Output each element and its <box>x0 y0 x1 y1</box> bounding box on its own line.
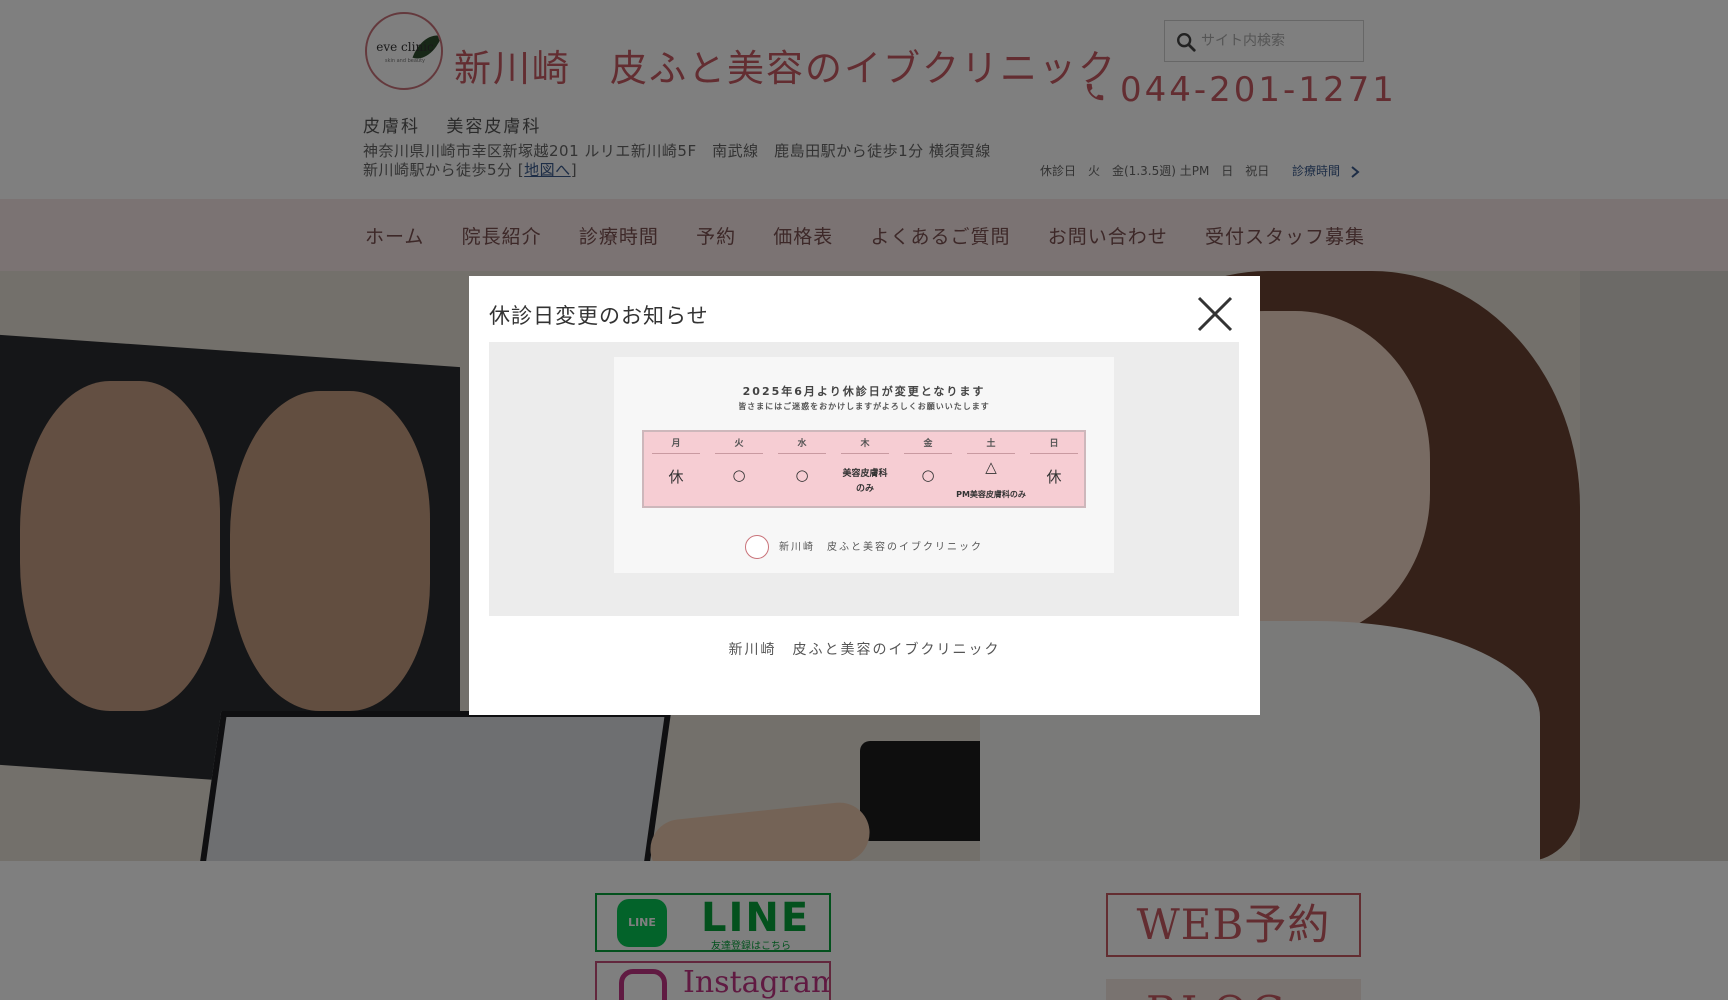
schedule-day: 火 <box>715 436 763 454</box>
schedule-note: 美容皮膚科 のみ <box>833 467 897 497</box>
schedule-mark: 休 <box>668 468 684 486</box>
modal-title: 休診日変更のお知らせ <box>489 304 709 328</box>
schedule-col-mon: 月 休 <box>648 432 704 506</box>
notice-image-area: 2025年6月より休診日が変更となります 皆さまにはご迷惑をおかけしますがよろし… <box>489 342 1239 616</box>
schedule-mark: △ <box>985 458 997 476</box>
schedule-mark: ○ <box>732 466 746 484</box>
schedule-note: PM美容皮膚科のみ <box>956 490 1026 499</box>
schedule-table: 月 休 火 ○ 水 ○ 木 美容皮膚科 のみ 金 ○ 土 △ PM美容皮膚科のみ… <box>642 430 1086 508</box>
schedule-day: 金 <box>904 436 952 454</box>
clinic-logo-small <box>745 535 769 559</box>
notice-image: 2025年6月より休診日が変更となります 皆さまにはご迷惑をおかけしますがよろし… <box>614 357 1114 573</box>
notice-footer: 新川崎 皮ふと美容のイブクリニック <box>614 535 1114 559</box>
notice-footer-text: 新川崎 皮ふと美容のイブクリニック <box>779 542 983 553</box>
notice-modal: 休診日変更のお知らせ 2025年6月より休診日が変更となります 皆さまにはご迷惑… <box>469 276 1260 715</box>
schedule-mark: ○ <box>921 466 935 484</box>
notice-subheading: 皆さまにはご迷惑をおかけしますがよろしくお願いいたします <box>738 402 990 411</box>
schedule-day: 木 <box>841 436 889 454</box>
modal-caption: 新川崎 皮ふと美容のイブクリニック <box>728 642 1001 658</box>
schedule-day: 日 <box>1030 436 1078 454</box>
schedule-day: 月 <box>652 436 700 454</box>
schedule-col-sun: 日 休 <box>1026 432 1082 506</box>
schedule-col-tue: 火 ○ <box>711 432 767 506</box>
schedule-note-line1: 美容皮膚科 <box>842 469 888 479</box>
schedule-mark: ○ <box>795 466 809 484</box>
schedule-mark: 休 <box>1046 468 1062 486</box>
schedule-col-wed: 水 ○ <box>774 432 830 506</box>
schedule-col-sat: 土 △ PM美容皮膚科のみ <box>956 432 1026 506</box>
schedule-day: 水 <box>778 436 826 454</box>
schedule-col-thu: 木 美容皮膚科 のみ <box>837 432 893 506</box>
notice-heading: 2025年6月より休診日が変更となります <box>742 385 986 398</box>
close-icon[interactable] <box>1195 294 1235 334</box>
schedule-note-line2: のみ <box>855 484 874 494</box>
schedule-day: 土 <box>967 436 1015 454</box>
